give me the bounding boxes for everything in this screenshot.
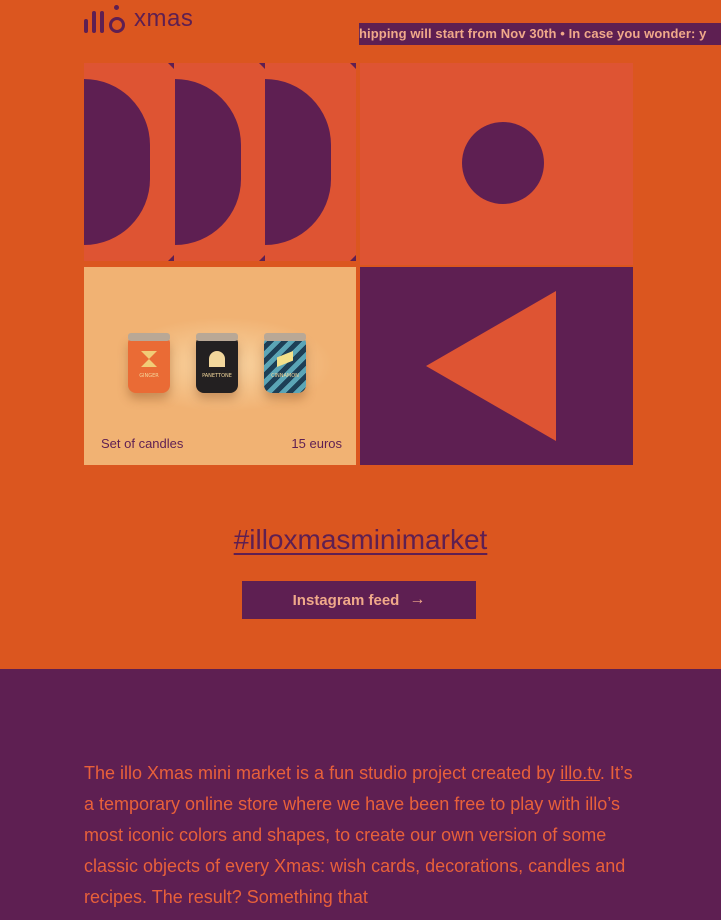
about-section: The illo Xmas mini market is a fun studi…	[0, 669, 721, 920]
ticker-text: hipping will start from Nov 30th • In ca…	[359, 26, 707, 41]
half-circle-shape	[84, 79, 150, 245]
corner-notch	[350, 255, 356, 261]
corner-notch	[259, 63, 265, 69]
triangle-shape	[426, 291, 556, 441]
tile-circle[interactable]	[360, 63, 633, 265]
candle-image: CINNAMON	[264, 333, 306, 393]
tile-triangle[interactable]	[360, 267, 633, 465]
product-card-candles[interactable]: GINGER PANETTONE CINNAMON Set of candles…	[84, 267, 356, 465]
tile-half-circles[interactable]	[84, 63, 356, 261]
about-text-after-link: . It’s a temporary online store where we…	[84, 763, 633, 907]
about-paragraph: The illo Xmas mini market is a fun studi…	[84, 758, 640, 913]
logo-text: xmas	[134, 5, 194, 32]
logo[interactable]: xmas	[84, 3, 193, 33]
shipping-ticker: hipping will start from Nov 30th • In ca…	[359, 23, 721, 45]
corner-notch	[168, 63, 174, 69]
half-circle-shape	[175, 79, 241, 245]
candle-image: GINGER	[128, 333, 170, 393]
corner-notch	[350, 63, 356, 69]
candle-image: PANETTONE	[196, 333, 238, 393]
illo-tv-link[interactable]: illo.tv	[560, 763, 600, 783]
hashtag-link[interactable]: #illoxmasminimarket	[0, 524, 721, 556]
instagram-feed-label: Instagram feed	[292, 591, 400, 609]
about-text-before-link: The illo Xmas mini market is a fun studi…	[84, 763, 561, 783]
product-price: 15 euros	[291, 436, 342, 451]
arrow-right-icon: →	[409, 591, 426, 608]
product-name: Set of candles	[101, 436, 184, 451]
corner-notch	[168, 255, 174, 261]
circle-shape	[462, 122, 544, 204]
illo-logo-mark-icon	[84, 5, 128, 33]
instagram-feed-button[interactable]: Instagram feed →	[242, 581, 476, 619]
half-circle-shape	[265, 79, 331, 245]
corner-notch	[259, 255, 265, 261]
